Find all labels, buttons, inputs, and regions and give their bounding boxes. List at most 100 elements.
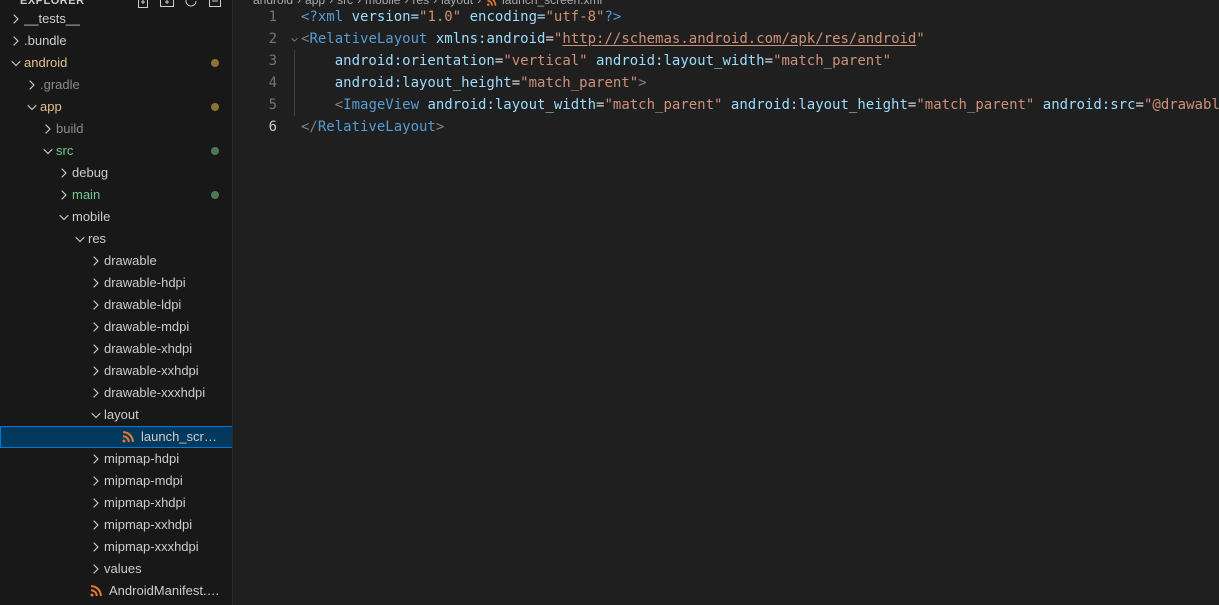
- code-line-text: <ImageView android:layout_width = "match_p…: [301, 94, 1219, 116]
- file-tree-item-label: drawable-mdpi: [104, 319, 190, 334]
- code-line[interactable]: 5 <ImageView android:layout_width = "match…: [233, 94, 1219, 116]
- explorer-title: EXPLORER: [20, 0, 85, 7]
- file-tree[interactable]: __tests__ .bundle android .gradle app build sr…: [0, 8, 232, 602]
- file-tree-item-label: launch_screen.xml: [141, 429, 221, 444]
- file-tree-item[interactable]: mipmap-xxhdpi: [0, 514, 232, 536]
- file-tree-item-label: AndroidManifest.xml: [109, 583, 221, 598]
- file-tree-item[interactable]: mipmap-xhdpi: [0, 492, 232, 514]
- code-token: =: [511, 75, 521, 91]
- chevron-down-icon[interactable]: [24, 99, 40, 115]
- file-tree-item-label: mipmap-xhdpi: [104, 495, 186, 510]
- file-tree-item[interactable]: drawable-xxhdpi: [0, 360, 232, 382]
- code-token: >: [435, 119, 445, 135]
- chevron-right-icon[interactable]: [88, 363, 104, 379]
- code-token: >: [638, 75, 647, 91]
- file-tree-item[interactable]: app: [0, 96, 232, 118]
- code-token: encoding=: [461, 9, 546, 25]
- chevron-right-icon[interactable]: [88, 473, 104, 489]
- vscode-window: EXPLORER __tests__ .bundle android .grad…: [0, 0, 1219, 605]
- chevron-right-icon[interactable]: [56, 165, 72, 181]
- code-line[interactable]: 2 <RelativeLayout xmlns:android="http://s…: [233, 28, 1219, 50]
- code-token: "match_parent": [773, 53, 892, 69]
- file-tree-item[interactable]: __tests__: [0, 8, 232, 30]
- chevron-right-icon[interactable]: [8, 11, 24, 27]
- code-editor[interactable]: 1 <?xml version="1.0" encoding="utf-8"?> 2…: [233, 6, 1219, 605]
- file-tree-item-selected[interactable]: launch_screen.xml: [0, 426, 232, 448]
- chevron-right-icon[interactable]: [88, 297, 104, 313]
- file-tree-item-label: __tests__: [24, 11, 81, 26]
- chevron-right-icon[interactable]: [56, 187, 72, 203]
- chevron-right-icon[interactable]: [88, 385, 104, 401]
- code-token: android:layout_height: [722, 97, 908, 113]
- code-line-text: android:layout_height="match_parent">: [301, 72, 647, 94]
- chevron-right-icon[interactable]: [88, 495, 104, 511]
- code-token[interactable]: http://schemas.android.com/apk/res/andro…: [562, 31, 916, 47]
- file-tree-item[interactable]: android: [0, 52, 232, 74]
- file-tree-item-label: drawable-xhdpi: [104, 341, 193, 356]
- file-tree-item-label: layout: [104, 407, 139, 422]
- chevron-right-icon[interactable]: [88, 341, 104, 357]
- code-token: =: [1135, 97, 1144, 113]
- chevron-right-icon[interactable]: [88, 451, 104, 467]
- code-token: =: [764, 53, 774, 69]
- code-token: ": [916, 31, 925, 47]
- file-tree-item[interactable]: src: [0, 140, 232, 162]
- file-tree-item[interactable]: mobile: [0, 206, 232, 228]
- file-tree-item[interactable]: res: [0, 228, 232, 250]
- code-token: android:layout_width: [587, 53, 765, 69]
- chevron-down-icon[interactable]: [40, 143, 56, 159]
- chevron-right-icon[interactable]: [88, 275, 104, 291]
- file-tree-item-label: app: [40, 99, 62, 114]
- file-tree-item[interactable]: values: [0, 558, 232, 580]
- xml-file-icon: [88, 583, 104, 599]
- file-tree-item[interactable]: AndroidManifest.xml: [0, 580, 232, 602]
- chevron-right-icon[interactable]: [88, 319, 104, 335]
- git-status-dot: [211, 147, 219, 155]
- file-tree-item[interactable]: drawable-hdpi: [0, 272, 232, 294]
- file-tree-item[interactable]: mipmap-mdpi: [0, 470, 232, 492]
- chevron-right-icon[interactable]: [8, 33, 24, 49]
- file-tree-item[interactable]: drawable-xxxhdpi: [0, 382, 232, 404]
- chevron-right-icon[interactable]: [24, 77, 40, 93]
- code-token: </: [301, 119, 318, 135]
- file-tree-item[interactable]: drawable-xhdpi: [0, 338, 232, 360]
- code-token: xmlns:android: [427, 31, 546, 47]
- fold-chevron-down-icon[interactable]: [287, 28, 301, 50]
- file-tree-item-label: mipmap-mdpi: [104, 473, 183, 488]
- chevron-down-icon[interactable]: [8, 55, 24, 71]
- code-line-text: android:orientation = "vertical" android:l…: [301, 50, 891, 72]
- chevron-right-icon[interactable]: [88, 539, 104, 555]
- code-line[interactable]: 6 </RelativeLayout>: [233, 116, 1219, 138]
- code-token: "1.0": [419, 9, 462, 25]
- file-tree-item-label: drawable-xxhdpi: [104, 363, 199, 378]
- code-line[interactable]: 1 <?xml version="1.0" encoding="utf-8"?>: [233, 6, 1219, 28]
- chevron-right-icon[interactable]: [40, 121, 56, 137]
- code-line-text: <?xml version="1.0" encoding="utf-8"?>: [301, 6, 621, 28]
- chevron-down-icon[interactable]: [88, 407, 104, 423]
- code-token: <?xml: [301, 9, 344, 25]
- code-line[interactable]: 4 android:layout_height="match_parent">: [233, 72, 1219, 94]
- chevron-right-icon[interactable]: [88, 561, 104, 577]
- file-tree-item[interactable]: mipmap-xxxhdpi: [0, 536, 232, 558]
- file-tree-item[interactable]: mipmap-hdpi: [0, 448, 232, 470]
- file-tree-item[interactable]: drawable: [0, 250, 232, 272]
- code-token: "match_parent": [604, 97, 723, 113]
- file-tree-item[interactable]: debug: [0, 162, 232, 184]
- chevron-right-icon[interactable]: [88, 253, 104, 269]
- file-tree-item[interactable]: main: [0, 184, 232, 206]
- chevron-down-icon[interactable]: [56, 209, 72, 225]
- chevron-right-icon[interactable]: [88, 517, 104, 533]
- file-tree-item-label: drawable: [104, 253, 157, 268]
- code-token: ImageView: [343, 97, 420, 113]
- code-token: version=: [343, 9, 420, 25]
- file-tree-item-label: mobile: [72, 209, 111, 224]
- chevron-down-icon[interactable]: [72, 231, 88, 247]
- file-tree-item[interactable]: layout: [0, 404, 232, 426]
- file-tree-item[interactable]: build: [0, 118, 232, 140]
- file-tree-item[interactable]: .bundle: [0, 30, 232, 52]
- file-tree-item[interactable]: drawable-mdpi: [0, 316, 232, 338]
- code-line[interactable]: 3 android:orientation = "vertical" android…: [233, 50, 1219, 72]
- file-tree-item[interactable]: .gradle: [0, 74, 232, 96]
- file-tree-item[interactable]: drawable-ldpi: [0, 294, 232, 316]
